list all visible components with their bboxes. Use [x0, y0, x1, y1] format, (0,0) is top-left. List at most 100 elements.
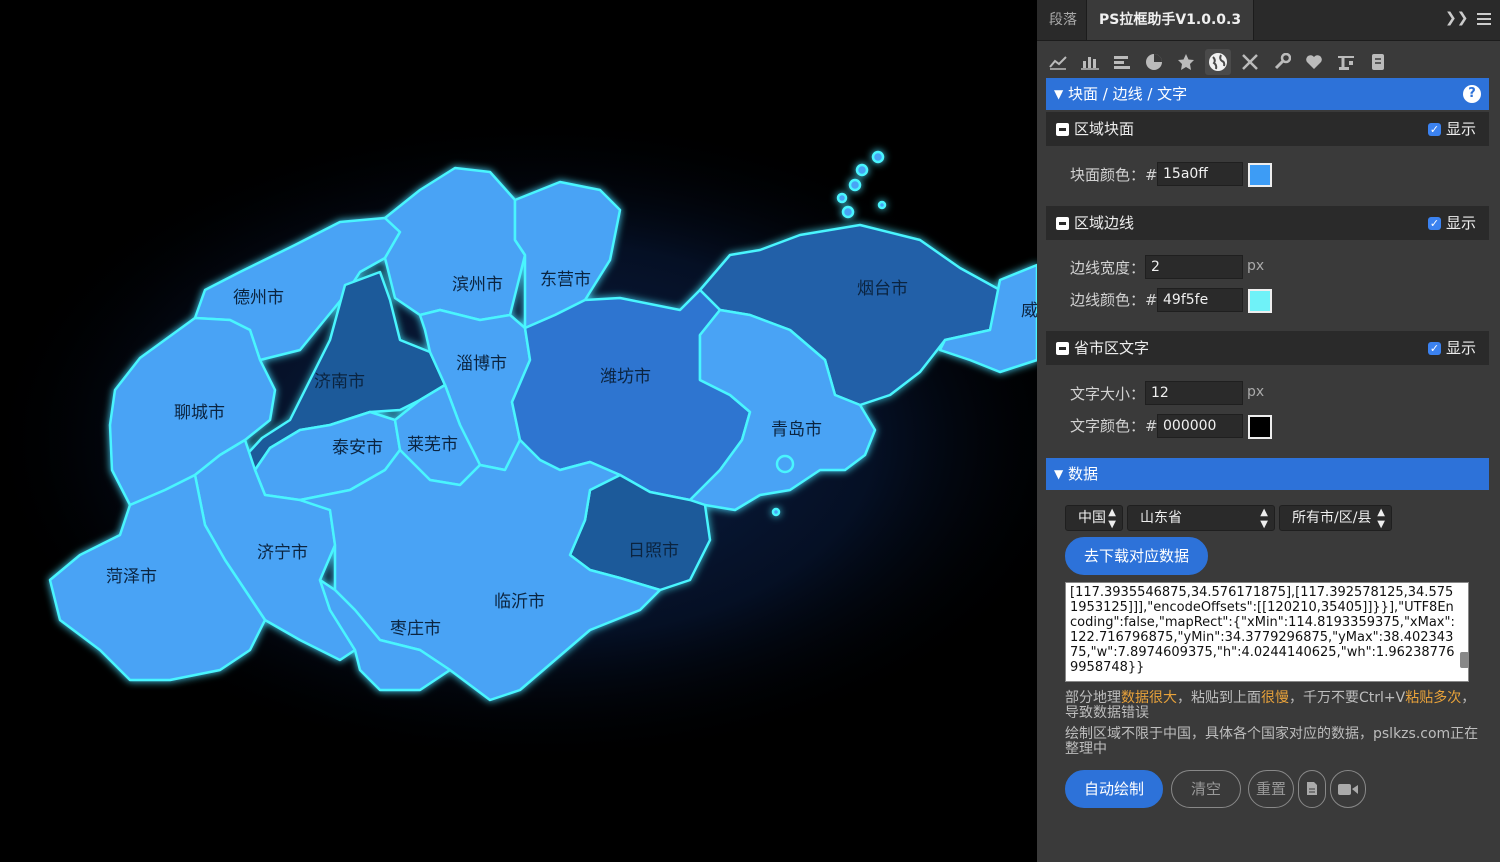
- group-region-border: 区域边线 ✓ 显示: [1046, 206, 1489, 240]
- note-text: ，粘贴到上面: [1177, 690, 1261, 706]
- island-3: [848, 178, 862, 192]
- label-jining: 济宁市: [257, 543, 308, 563]
- file-icon[interactable]: [1298, 770, 1326, 808]
- label-qingdao: 青岛市: [771, 420, 822, 440]
- border-color-swatch[interactable]: [1248, 289, 1272, 313]
- label-yantai: 烟台市: [857, 279, 908, 299]
- video-icon[interactable]: [1330, 770, 1366, 808]
- tab-bar: 段落 PS拉框助手V1.0.0.3 ❯❯: [1037, 0, 1500, 41]
- show-border-label: 显示: [1446, 214, 1477, 232]
- section-header-data[interactable]: ▼ 数据: [1046, 458, 1489, 490]
- group-title: 区域边线: [1074, 214, 1135, 232]
- label-zibo: 淄博市: [456, 354, 507, 374]
- district-select[interactable]: 所有市/区/县 ▲ ▼: [1279, 505, 1392, 531]
- group-title: 省市区文字: [1074, 339, 1150, 357]
- label-jinan: 济南市: [314, 372, 365, 392]
- label-zaozhuang: 枣庄市: [390, 619, 441, 639]
- group-region-text: 省市区文字 ✓ 显示: [1046, 331, 1489, 365]
- note-text: 部分地理: [1065, 690, 1121, 706]
- collapse-minus-icon[interactable]: [1056, 217, 1069, 230]
- chevron-down-icon: ▼: [1054, 467, 1064, 481]
- download-data-button[interactable]: 去下载对应数据: [1065, 537, 1208, 575]
- reset-button[interactable]: 重置: [1248, 770, 1294, 808]
- show-text-checkbox[interactable]: ✓: [1428, 342, 1441, 355]
- help-icon[interactable]: ?: [1463, 85, 1481, 103]
- label-weifang: 潍坊市: [600, 367, 651, 387]
- show-fill-checkbox[interactable]: ✓: [1428, 123, 1441, 136]
- collapse-minus-icon[interactable]: [1056, 123, 1069, 136]
- note-highlight: 很慢: [1261, 690, 1289, 706]
- document-icon[interactable]: [1365, 49, 1391, 75]
- fill-color-label: 块面颜色：#: [1070, 166, 1158, 184]
- island-6: [877, 200, 887, 210]
- text-color-input[interactable]: [1157, 414, 1243, 438]
- tab-paragraph[interactable]: 段落: [1037, 0, 1089, 40]
- textarea-scrollbar[interactable]: [1460, 652, 1469, 668]
- wrench-icon[interactable]: [1269, 49, 1295, 75]
- text-size-input[interactable]: [1145, 381, 1243, 405]
- shandong-map: 德州市 滨州市 东营市 烟台市 威 济南市 淄博市 潍坊市 聊城市 泰安市 莱芜…: [0, 110, 1037, 770]
- heart-icon[interactable]: [1301, 49, 1327, 75]
- text-size-unit: px: [1247, 384, 1265, 400]
- section-title: 数据: [1068, 465, 1099, 483]
- coverage-note: 绘制区域不限于中国，具体各个国家对应的数据，pslkzs.com正在整理中: [1065, 726, 1479, 757]
- island-5: [841, 205, 855, 219]
- label-dongying: 东营市: [540, 270, 591, 290]
- section-header-fill-border-text[interactable]: ▼ 块面 / 边线 / 文字 ?: [1046, 78, 1489, 110]
- text-size-label: 文字大小：: [1070, 385, 1146, 403]
- crane-icon[interactable]: [1333, 49, 1359, 75]
- map-canvas: 德州市 滨州市 东营市 烟台市 威 济南市 淄博市 潍坊市 聊城市 泰安市 莱芜…: [0, 0, 1037, 862]
- select-arrows-icon: ▲ ▼: [1108, 507, 1116, 530]
- island-4: [836, 192, 848, 204]
- bar-chart-icon[interactable]: [1077, 49, 1103, 75]
- collapse-panel-icon[interactable]: ❯❯: [1445, 10, 1468, 26]
- label-rizhao: 日照市: [628, 541, 679, 561]
- island-1: [871, 150, 885, 164]
- label-weihai: 威: [1021, 301, 1037, 321]
- border-width-unit: px: [1247, 258, 1265, 274]
- collapse-minus-icon[interactable]: [1056, 342, 1069, 355]
- select-arrows-icon: ▲ ▼: [1377, 507, 1385, 530]
- label-dezhou: 德州市: [233, 288, 284, 308]
- border-width-label: 边线宽度：: [1070, 259, 1146, 277]
- province-select-value: 山东省: [1140, 510, 1182, 526]
- group-title: 区域块面: [1074, 120, 1135, 138]
- border-color-label: 边线颜色：#: [1070, 291, 1158, 309]
- note-text: ，千万不要Ctrl+V: [1289, 690, 1406, 706]
- globe-icon[interactable]: [1205, 49, 1231, 75]
- chevron-down-icon: ▼: [1054, 87, 1064, 101]
- border-width-input[interactable]: [1145, 255, 1243, 279]
- pie-chart-icon[interactable]: [1141, 49, 1167, 75]
- star-icon[interactable]: [1173, 49, 1199, 75]
- text-color-swatch[interactable]: [1248, 415, 1272, 439]
- show-fill-label: 显示: [1446, 120, 1477, 138]
- label-taian: 泰安市: [332, 438, 383, 458]
- line-chart-icon[interactable]: [1045, 49, 1071, 75]
- performance-warning: 部分地理数据很大，粘贴到上面很慢，千万不要Ctrl+V粘贴多次，导致数据错误: [1065, 691, 1489, 721]
- chart-type-toolbar: [1045, 44, 1495, 78]
- note-highlight: 粘贴多次: [1405, 690, 1462, 706]
- country-select[interactable]: 中国 ▲ ▼: [1065, 505, 1123, 531]
- show-border-checkbox[interactable]: ✓: [1428, 217, 1441, 230]
- border-color-input[interactable]: [1157, 288, 1243, 312]
- fill-color-input[interactable]: [1157, 162, 1243, 186]
- select-arrows-icon: ▲ ▼: [1260, 507, 1268, 530]
- text-color-label: 文字颜色：#: [1070, 417, 1158, 435]
- tab-ps-box-helper[interactable]: PS拉框助手V1.0.0.3: [1086, 0, 1255, 40]
- country-select-value: 中国: [1078, 510, 1106, 526]
- group-region-fill: 区域块面 ✓ 显示: [1046, 112, 1489, 146]
- geojson-textarea[interactable]: [117.3935546875,34.576171875],[117.39257…: [1065, 582, 1469, 682]
- panel-menu-icon[interactable]: [1477, 13, 1491, 25]
- fill-color-swatch[interactable]: [1248, 163, 1272, 187]
- island-2: [855, 163, 869, 177]
- clear-button[interactable]: 清空: [1171, 770, 1241, 808]
- note-highlight: 数据很大: [1121, 690, 1177, 706]
- label-laiwu: 莱芜市: [407, 435, 458, 455]
- auto-draw-button[interactable]: 自动绘制: [1065, 770, 1163, 808]
- tools-icon[interactable]: [1237, 49, 1263, 75]
- plugin-panel: 段落 PS拉框助手V1.0.0.3 ❯❯ ▼ 块面 / 边线 / 文字 ? 区域…: [1037, 0, 1500, 862]
- label-heze: 菏泽市: [106, 567, 157, 587]
- district-select-value: 所有市/区/县: [1292, 510, 1372, 526]
- province-select[interactable]: 山东省 ▲ ▼: [1127, 505, 1275, 531]
- hbar-chart-icon[interactable]: [1109, 49, 1135, 75]
